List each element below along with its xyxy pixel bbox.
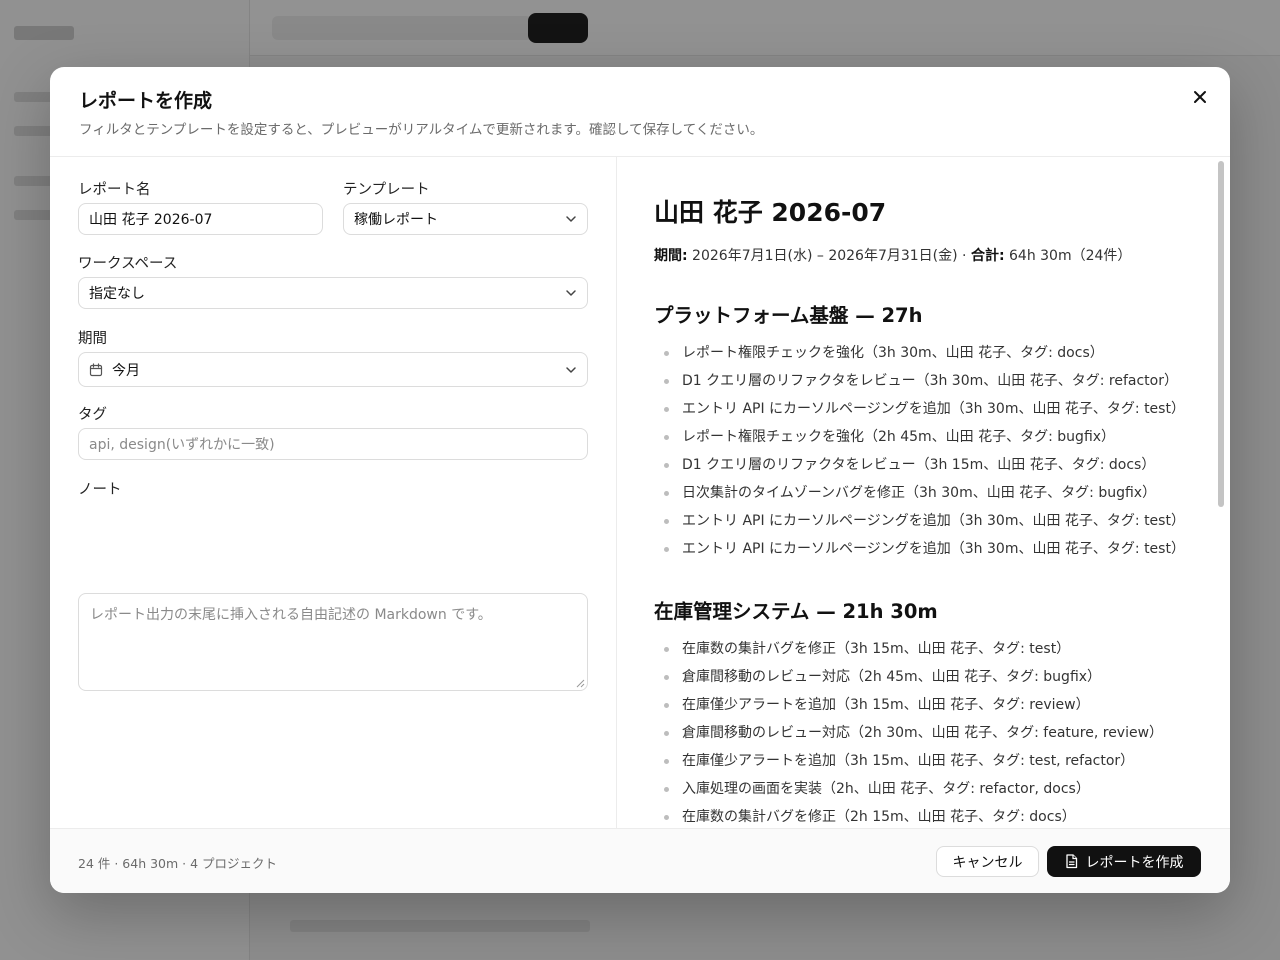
note-placeholder: レポート出力の末尾に挿入される自由記述の Markdown です。 bbox=[90, 607, 492, 623]
document-icon bbox=[1065, 854, 1077, 869]
dialog-title: レポートを作成 bbox=[79, 90, 213, 112]
footer-summary: 24 件 · 64h 30m · 4 プロジェクト bbox=[78, 856, 278, 871]
preview-total-key: 合計: bbox=[970, 248, 1005, 264]
report-name-value: 山田 花子 2026-07 bbox=[89, 212, 213, 228]
report-name-label: レポート名 bbox=[78, 182, 151, 198]
preview-section-heading: 在庫管理システム — 21h 30m bbox=[654, 600, 938, 623]
workspace-select[interactable]: 指定なし bbox=[78, 277, 588, 309]
preview-list-item: エントリ API にカーソルページングを追加（3h 30m、山田 花子、タグ: … bbox=[662, 535, 1185, 563]
tags-input[interactable]: api, design(いずれかに一致) bbox=[78, 428, 588, 460]
tags-placeholder: api, design(いずれかに一致) bbox=[89, 437, 275, 453]
preview-list-item: 在庫僅少アラートを追加（3h 15m、山田 花子、タグ: test, refac… bbox=[662, 747, 1163, 775]
preview-list-item: D1 クエリ層のリファクタをレビュー（3h 30m、山田 花子、タグ: refa… bbox=[662, 367, 1185, 395]
resize-handle-icon[interactable] bbox=[575, 678, 585, 688]
cancel-button[interactable]: キャンセル bbox=[936, 846, 1039, 877]
template-value: 稼働レポート bbox=[354, 212, 438, 228]
preview-list-item: レポート権限チェックを強化（2h 45m、山田 花子、タグ: bugfix） bbox=[662, 423, 1185, 451]
preview-list-item: エントリ API にカーソルページングを追加（3h 30m、山田 花子、タグ: … bbox=[662, 507, 1185, 535]
dialog-header: レポートを作成 フィルタとテンプレートを設定すると、プレビューがリアルタイムで更… bbox=[50, 67, 1230, 157]
report-preview: 山田 花子 2026-07 期間: 2026年7月1日(水) – 2026年7月… bbox=[618, 157, 1230, 828]
preview-period-value: 2026年7月1日(水) – 2026年7月31日(金) · bbox=[687, 248, 971, 264]
tags-label: タグ bbox=[78, 407, 107, 423]
create-report-button[interactable]: レポートを作成 bbox=[1047, 846, 1201, 877]
create-report-dialog: レポートを作成 フィルタとテンプレートを設定すると、プレビューがリアルタイムで更… bbox=[50, 67, 1230, 893]
close-button[interactable] bbox=[1188, 85, 1212, 109]
preview-list-item: 倉庫間移動のレビュー対応（2h 30m、山田 花子、タグ: feature, r… bbox=[662, 719, 1163, 747]
chevron-down-icon bbox=[566, 290, 576, 296]
preview-list-item: レポート権限チェックを強化（3h 30m、山田 花子、タグ: docs） bbox=[662, 339, 1185, 367]
close-icon bbox=[1194, 91, 1206, 103]
preview-scrollbar[interactable] bbox=[1218, 161, 1224, 507]
preview-section-list: 在庫数の集計バグを修正（3h 15m、山田 花子、タグ: test） 倉庫間移動… bbox=[662, 635, 1163, 828]
template-select[interactable]: 稼働レポート bbox=[343, 203, 588, 235]
period-label: 期間 bbox=[78, 331, 107, 347]
template-label: テンプレート bbox=[343, 182, 430, 198]
report-name-input[interactable]: 山田 花子 2026-07 bbox=[78, 203, 323, 235]
note-label: ノート bbox=[78, 482, 122, 498]
workspace-label: ワークスペース bbox=[78, 256, 178, 272]
report-form: レポート名 山田 花子 2026-07 テンプレート 稼働レポート ワークスペー… bbox=[50, 157, 617, 828]
preview-list-item: 在庫僅少アラートを追加（3h 15m、山田 花子、タグ: review） bbox=[662, 691, 1163, 719]
preview-title: 山田 花子 2026-07 bbox=[654, 198, 887, 227]
preview-list-item: 在庫数の集計バグを修正（2h 15m、山田 花子、タグ: docs） bbox=[662, 803, 1163, 828]
create-report-button-label: レポートを作成 bbox=[1085, 854, 1184, 871]
preview-list-item: 日次集計のタイムゾーンバグを修正（3h 30m、山田 花子、タグ: bugfix… bbox=[662, 479, 1185, 507]
preview-list-item: 入庫処理の画面を実装（2h、山田 花子、タグ: refactor, docs） bbox=[662, 775, 1163, 803]
note-textarea[interactable]: レポート出力の末尾に挿入される自由記述の Markdown です。 bbox=[78, 593, 588, 691]
preview-list-item: エントリ API にカーソルページングを追加（3h 30m、山田 花子、タグ: … bbox=[662, 395, 1185, 423]
workspace-value: 指定なし bbox=[89, 286, 145, 302]
calendar-icon bbox=[89, 362, 103, 376]
preview-section-heading: プラットフォーム基盤 — 27h bbox=[654, 304, 923, 327]
dialog-footer: 24 件 · 64h 30m · 4 プロジェクト キャンセル レポートを作成 bbox=[50, 828, 1230, 893]
preview-period-key: 期間: bbox=[654, 248, 688, 264]
preview-list-item: 倉庫間移動のレビュー対応（2h 45m、山田 花子、タグ: bugfix） bbox=[662, 663, 1163, 691]
period-select[interactable]: 今月 bbox=[78, 352, 588, 387]
dialog-subtitle: フィルタとテンプレートを設定すると、プレビューがリアルタイムで更新されます。確認… bbox=[79, 122, 764, 138]
preview-total-value: 64h 30m（24件） bbox=[1004, 248, 1132, 264]
preview-section-list: レポート権限チェックを強化（3h 30m、山田 花子、タグ: docs） D1 … bbox=[662, 339, 1185, 563]
preview-meta: 期間: 2026年7月1日(水) – 2026年7月31日(金) · 合計: 6… bbox=[654, 245, 1131, 265]
cancel-button-label: キャンセル bbox=[952, 854, 1023, 871]
preview-list-item: 在庫数の集計バグを修正（3h 15m、山田 花子、タグ: test） bbox=[662, 635, 1163, 663]
preview-list-item: D1 クエリ層のリファクタをレビュー（3h 15m、山田 花子、タグ: docs… bbox=[662, 451, 1185, 479]
period-value: 今月 bbox=[112, 362, 140, 379]
chevron-down-icon bbox=[566, 216, 576, 222]
chevron-down-icon bbox=[566, 366, 576, 373]
